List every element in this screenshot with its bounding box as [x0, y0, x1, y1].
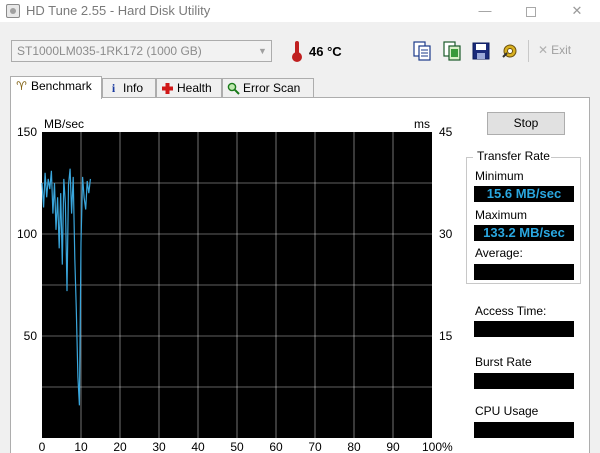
maximize-icon: [526, 6, 536, 17]
maximize-button[interactable]: [508, 0, 554, 22]
access-time-value: [474, 321, 574, 337]
tab-error-scan-label: Error Scan: [243, 81, 301, 95]
drive-select[interactable]: ST1000LM035-1RK172 (1000 GB) ▼: [11, 40, 272, 62]
drive-select-value: ST1000LM035-1RK172 (1000 GB): [17, 44, 202, 58]
app-icon: [6, 4, 20, 18]
tab-health[interactable]: Health: [156, 78, 222, 98]
cpu-usage-value: [474, 422, 574, 438]
tab-info-label: Info: [123, 81, 144, 95]
info-icon: i: [111, 81, 116, 95]
maximum-label: Maximum: [475, 208, 528, 222]
exit-label: Exit: [551, 43, 572, 57]
save-icon: [472, 42, 490, 60]
close-button[interactable]: ✕: [554, 0, 600, 22]
benchmark-icon: ♈: [16, 79, 27, 93]
exit-button[interactable]: ✕ Exit: [538, 43, 571, 57]
window-title: HD Tune 2.55 - Hard Disk Utility: [26, 3, 211, 18]
burst-rate-value: [474, 373, 574, 389]
minimize-button[interactable]: —: [462, 0, 508, 22]
minimum-value: 15.6 MB/sec: [474, 186, 574, 202]
maximum-value: 133.2 MB/sec: [474, 225, 574, 241]
tab-info[interactable]: i Info: [102, 78, 156, 98]
options-icon: [502, 44, 517, 58]
copy-screenshot-button[interactable]: [440, 39, 464, 63]
cpu-usage-label: CPU Usage: [475, 404, 539, 418]
copy-info-button[interactable]: [410, 39, 434, 63]
toolbar-separator: [528, 40, 529, 62]
tab-benchmark-label: Benchmark: [31, 79, 92, 93]
copy-screenshot-icon: [443, 41, 461, 61]
stop-button[interactable]: Stop: [487, 112, 565, 135]
save-button[interactable]: [469, 39, 493, 63]
temperature-value: 46 °C: [309, 44, 342, 59]
average-value: [474, 264, 574, 280]
magnifier-icon: [227, 82, 240, 95]
transfer-rate-title: Transfer Rate: [476, 149, 551, 163]
title-bar: HD Tune 2.55 - Hard Disk Utility — ✕: [0, 0, 600, 22]
thermometer-icon: [292, 41, 302, 62]
tab-error-scan[interactable]: Error Scan: [222, 78, 314, 98]
health-cross-icon: [161, 82, 174, 95]
burst-rate-label: Burst Rate: [475, 355, 532, 369]
chevron-down-icon[interactable]: ▼: [254, 41, 271, 61]
average-label: Average:: [475, 246, 523, 260]
access-time-label: Access Time:: [475, 304, 547, 318]
exit-icon: ✕: [538, 43, 549, 57]
options-button[interactable]: [498, 39, 522, 63]
tab-benchmark[interactable]: ♈ Benchmark: [10, 76, 102, 99]
copy-info-icon: [413, 41, 431, 61]
minimum-label: Minimum: [475, 169, 524, 183]
tab-health-label: Health: [177, 81, 212, 95]
